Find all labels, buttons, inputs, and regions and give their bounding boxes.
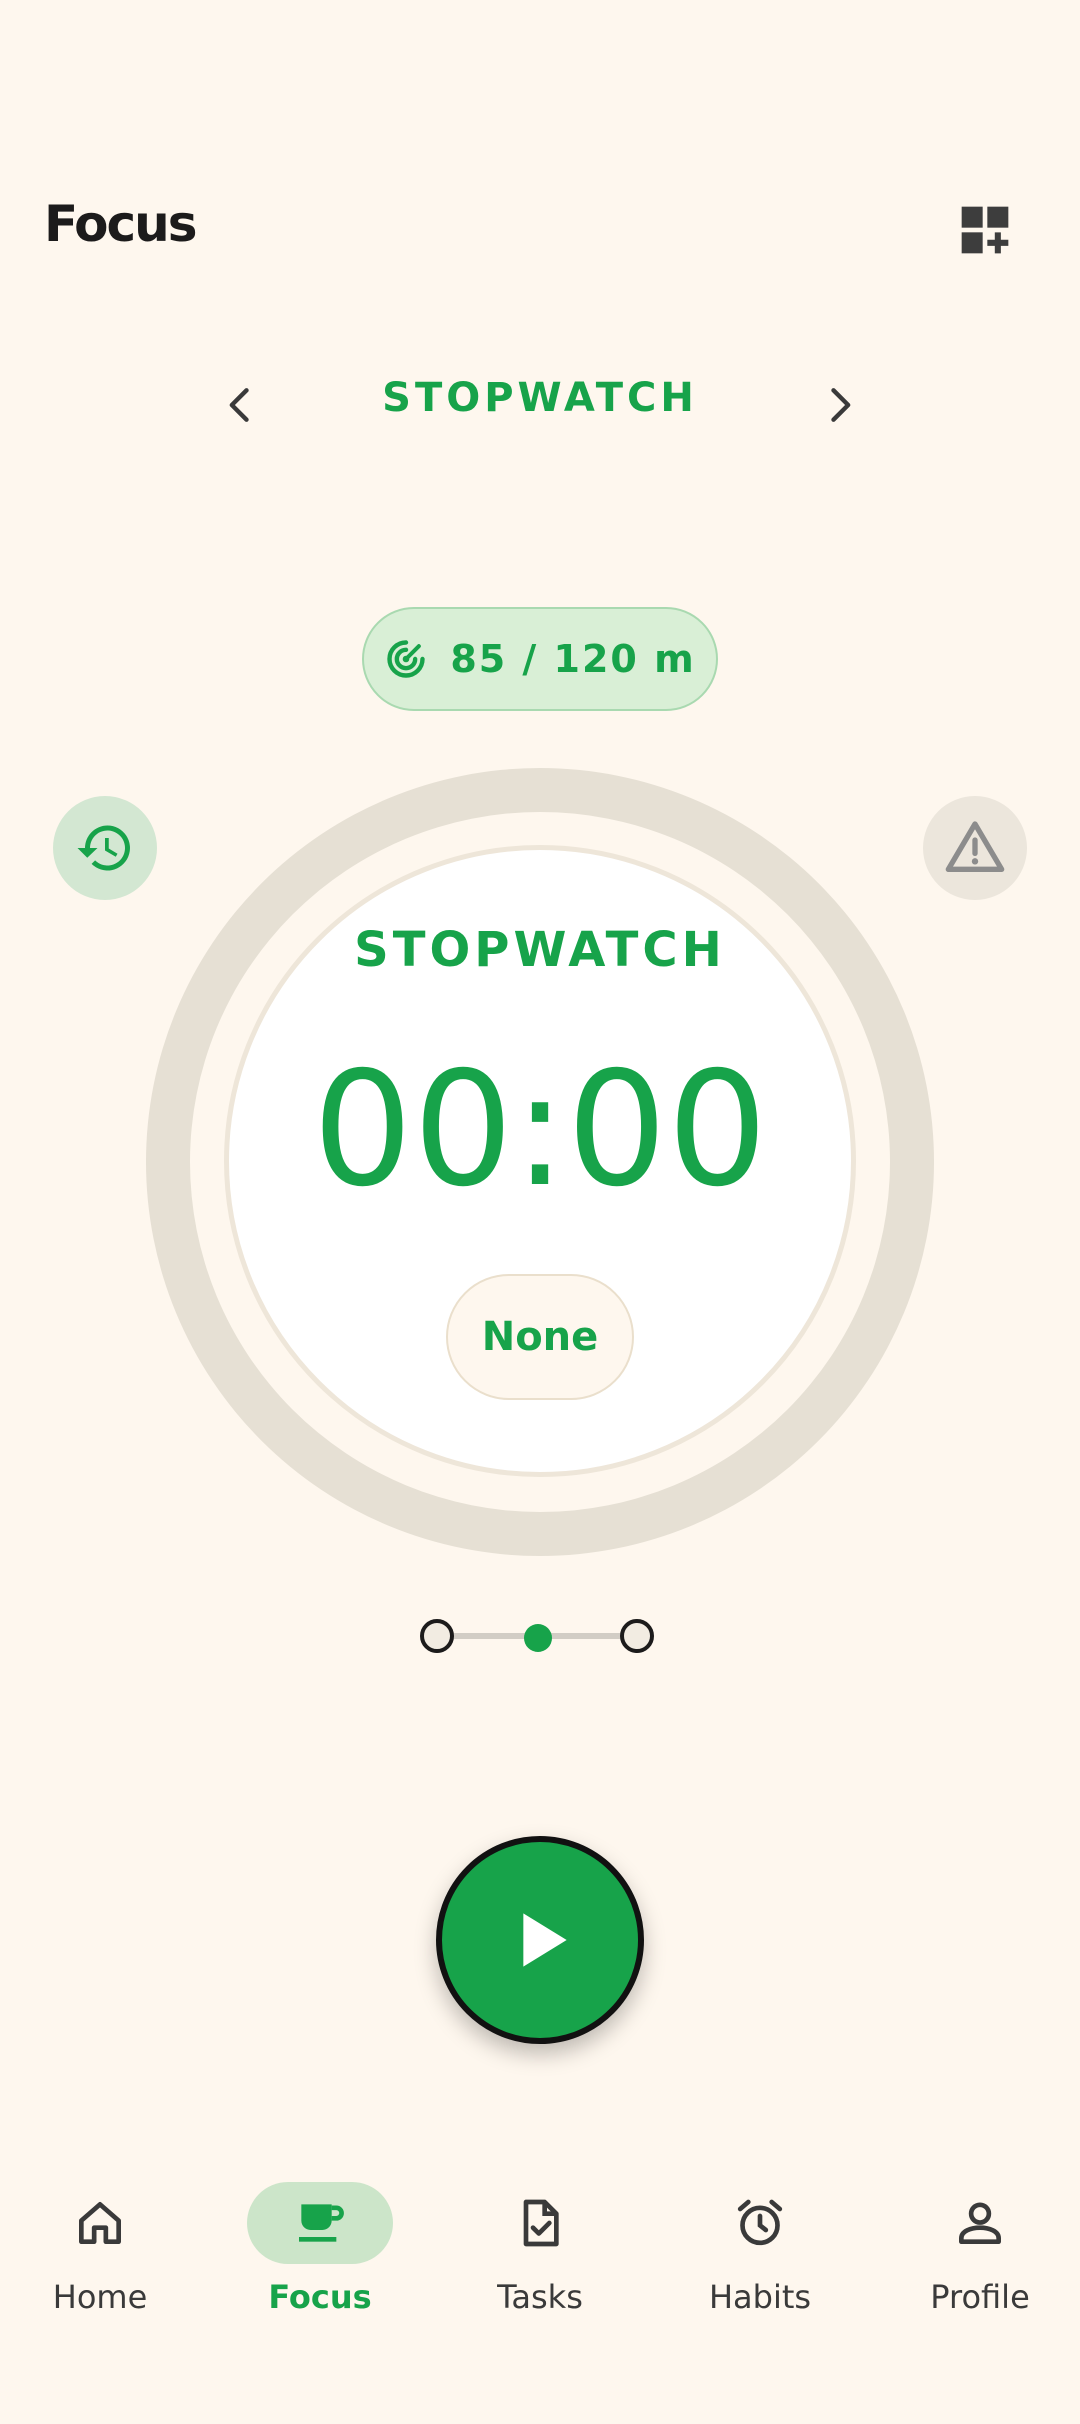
widget-add-icon bbox=[961, 206, 1009, 254]
task-check-icon bbox=[523, 2199, 559, 2247]
add-widget-button[interactable] bbox=[950, 195, 1020, 265]
stepper-dot-3[interactable] bbox=[620, 1619, 654, 1653]
stepper-dot-2-active[interactable] bbox=[524, 1624, 552, 1652]
nav-item-profile[interactable]: Profile bbox=[880, 2182, 1080, 2342]
timer-display: 00:00 bbox=[312, 1038, 768, 1222]
start-button[interactable] bbox=[436, 1836, 644, 2044]
focus-screen: Focus STOPWATCH 85 / 120 m STOPWATCH 00:… bbox=[0, 0, 1080, 2424]
nav-label-habits: Habits bbox=[708, 2278, 812, 2316]
nav-item-tasks[interactable]: Tasks bbox=[440, 2182, 640, 2342]
bottom-navigation: Home Focus Tasks Habits Profile bbox=[0, 2160, 1080, 2424]
timer-mode-label: STOPWATCH bbox=[354, 922, 726, 978]
coffee-cup-icon bbox=[299, 2204, 344, 2242]
mode-stepper bbox=[418, 1614, 662, 1658]
distraction-alert-button[interactable] bbox=[923, 796, 1027, 900]
chevron-right-icon bbox=[831, 388, 851, 422]
page-title: Focus bbox=[44, 195, 197, 253]
mode-label: STOPWATCH bbox=[382, 375, 698, 421]
nav-label-focus: Focus bbox=[268, 2278, 372, 2316]
tag-label: None bbox=[481, 1314, 599, 1360]
history-button[interactable] bbox=[53, 796, 157, 900]
mode-switcher: STOPWATCH bbox=[0, 355, 1080, 445]
history-icon bbox=[77, 825, 130, 871]
nav-label-tasks: Tasks bbox=[497, 2278, 583, 2316]
nav-label-profile: Profile bbox=[930, 2278, 1030, 2316]
daily-goal-chip[interactable]: 85 / 120 m bbox=[362, 607, 718, 711]
tag-selector-button[interactable]: None bbox=[446, 1274, 634, 1400]
nav-item-habits[interactable]: Habits bbox=[660, 2182, 860, 2342]
nav-label-home: Home bbox=[52, 2278, 148, 2316]
nav-item-focus[interactable]: Focus bbox=[220, 2182, 420, 2342]
stepper-dot-1[interactable] bbox=[420, 1619, 454, 1653]
warning-icon bbox=[945, 821, 1005, 872]
alarm-clock-icon bbox=[737, 2199, 783, 2246]
goal-progress-text: 85 / 120 m bbox=[450, 637, 696, 681]
home-icon bbox=[79, 2202, 121, 2244]
person-icon bbox=[959, 2202, 1001, 2244]
next-mode-button[interactable] bbox=[804, 370, 874, 440]
nav-item-home[interactable]: Home bbox=[0, 2182, 200, 2342]
play-icon bbox=[523, 1913, 567, 1967]
target-icon bbox=[387, 640, 426, 678]
